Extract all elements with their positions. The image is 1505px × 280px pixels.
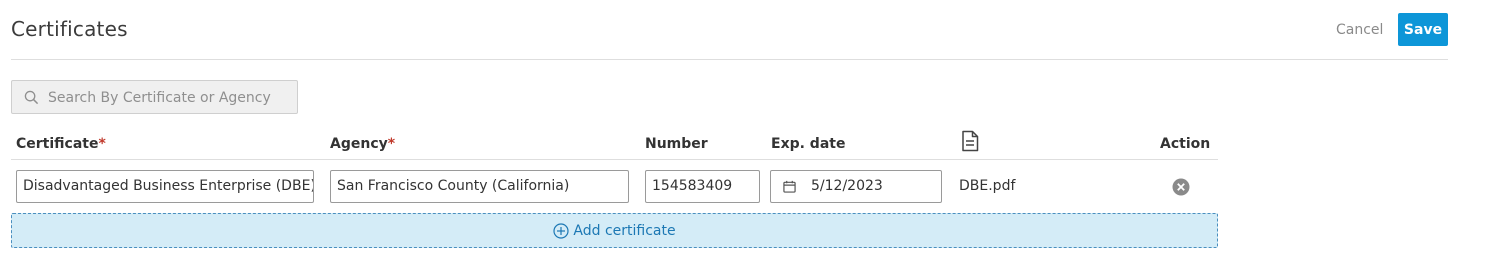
header-divider [11, 59, 1448, 60]
column-header-agency: Agency* [330, 136, 396, 152]
add-certificate-button[interactable]: Add certificate [11, 213, 1218, 248]
required-marker: * [98, 136, 106, 152]
exp-date-value: 5/12/2023 [811, 178, 883, 194]
exp-date-field[interactable]: 5/12/2023 [770, 170, 942, 203]
required-marker: * [387, 136, 396, 152]
plus-circle-icon [553, 222, 569, 239]
document-icon [962, 130, 979, 152]
add-certificate-label: Add certificate [573, 222, 676, 239]
cancel-button[interactable]: Cancel [1336, 22, 1383, 38]
search-icon [24, 90, 39, 105]
remove-circle-icon[interactable] [1172, 178, 1190, 196]
table-header-divider [11, 159, 1218, 160]
column-header-number: Number [645, 136, 708, 152]
file-link[interactable]: DBE.pdf [959, 178, 1015, 194]
column-header-action: Action [1160, 136, 1211, 152]
number-field[interactable]: 154583409 [645, 170, 760, 203]
search-placeholder: Search By Certificate or Agency [48, 90, 271, 106]
search-input[interactable]: Search By Certificate or Agency [11, 80, 298, 114]
certificate-field[interactable]: Disadvantaged Business Enterprise (DBE) [16, 170, 314, 203]
column-header-exp-date: Exp. date [771, 136, 846, 152]
column-header-certificate: Certificate* [16, 136, 106, 152]
page-title: Certificates [11, 17, 128, 41]
agency-field[interactable]: San Francisco County (California) [330, 170, 629, 203]
calendar-icon[interactable] [783, 180, 796, 193]
save-button[interactable]: Save [1398, 13, 1448, 46]
